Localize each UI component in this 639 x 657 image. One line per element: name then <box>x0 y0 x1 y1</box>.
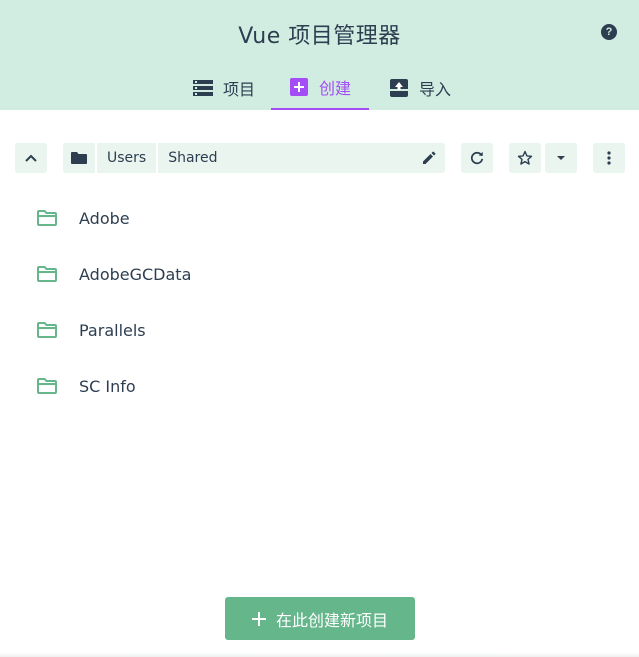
unarchive-icon <box>389 79 408 97</box>
tab-label: 创建 <box>318 79 351 98</box>
pencil-icon[interactable] <box>421 150 437 166</box>
folder-outline-icon <box>37 378 57 394</box>
breadcrumb-segment-users[interactable]: Users <box>97 143 157 173</box>
folder-outline-icon <box>37 266 57 282</box>
folder-name: AdobeGCData <box>79 264 192 284</box>
folder-icon <box>71 152 87 164</box>
folder-item-parallels[interactable]: Parallels <box>0 302 639 358</box>
add-box-icon <box>289 78 308 96</box>
list-icon <box>192 80 213 96</box>
parent-folder-button[interactable] <box>15 143 47 173</box>
more-vert-icon <box>607 151 611 165</box>
folder-item-adobe[interactable]: Adobe <box>0 190 639 246</box>
tab-label: 导入 <box>418 80 451 99</box>
chevron-up-icon <box>25 154 37 162</box>
folder-name: SC Info <box>79 376 136 396</box>
caret-down-icon <box>557 156 565 160</box>
star-outline-icon <box>517 150 533 165</box>
more-options-button[interactable] <box>593 143 625 173</box>
folder-outline-icon <box>37 322 57 338</box>
folder-toolbar: Users Shared <box>0 143 639 173</box>
folder-outline-icon <box>37 210 57 226</box>
tab-projects[interactable]: 项目 <box>178 66 270 110</box>
tab-import[interactable]: 导入 <box>375 66 465 110</box>
tab-label: 项目 <box>222 80 255 99</box>
tab-create[interactable]: 创建 <box>271 66 369 110</box>
folder-list: Adobe AdobeGCData Parallels SC Info <box>0 190 639 414</box>
breadcrumb: Users Shared <box>63 143 445 173</box>
footer-shadow <box>0 652 639 657</box>
main-tabs: 项目 创建 导入 <box>0 66 639 110</box>
folder-name: Parallels <box>79 320 146 340</box>
refresh-button[interactable] <box>461 143 493 173</box>
refresh-icon <box>470 151 484 165</box>
folder-item-sc-info[interactable]: SC Info <box>0 358 639 414</box>
folder-item-adobegcdata[interactable]: AdobeGCData <box>0 246 639 302</box>
page-title: Vue 项目管理器 <box>238 24 401 49</box>
breadcrumb-segment-shared[interactable]: Shared <box>158 143 445 173</box>
help-icon[interactable]: ? <box>601 24 617 40</box>
breadcrumb-label: Shared <box>168 150 218 166</box>
favorite-button[interactable] <box>509 143 541 173</box>
create-project-label: 在此创建新项目 <box>275 610 388 630</box>
folder-name: Adobe <box>79 208 130 228</box>
favorites-dropdown-button[interactable] <box>545 143 577 173</box>
root-folder-button[interactable] <box>63 143 95 173</box>
plus-icon <box>251 611 266 626</box>
app-header: Vue 项目管理器 ? 项目 创建 导入 <box>0 0 639 110</box>
create-project-button[interactable]: 在此创建新项目 <box>225 597 415 640</box>
